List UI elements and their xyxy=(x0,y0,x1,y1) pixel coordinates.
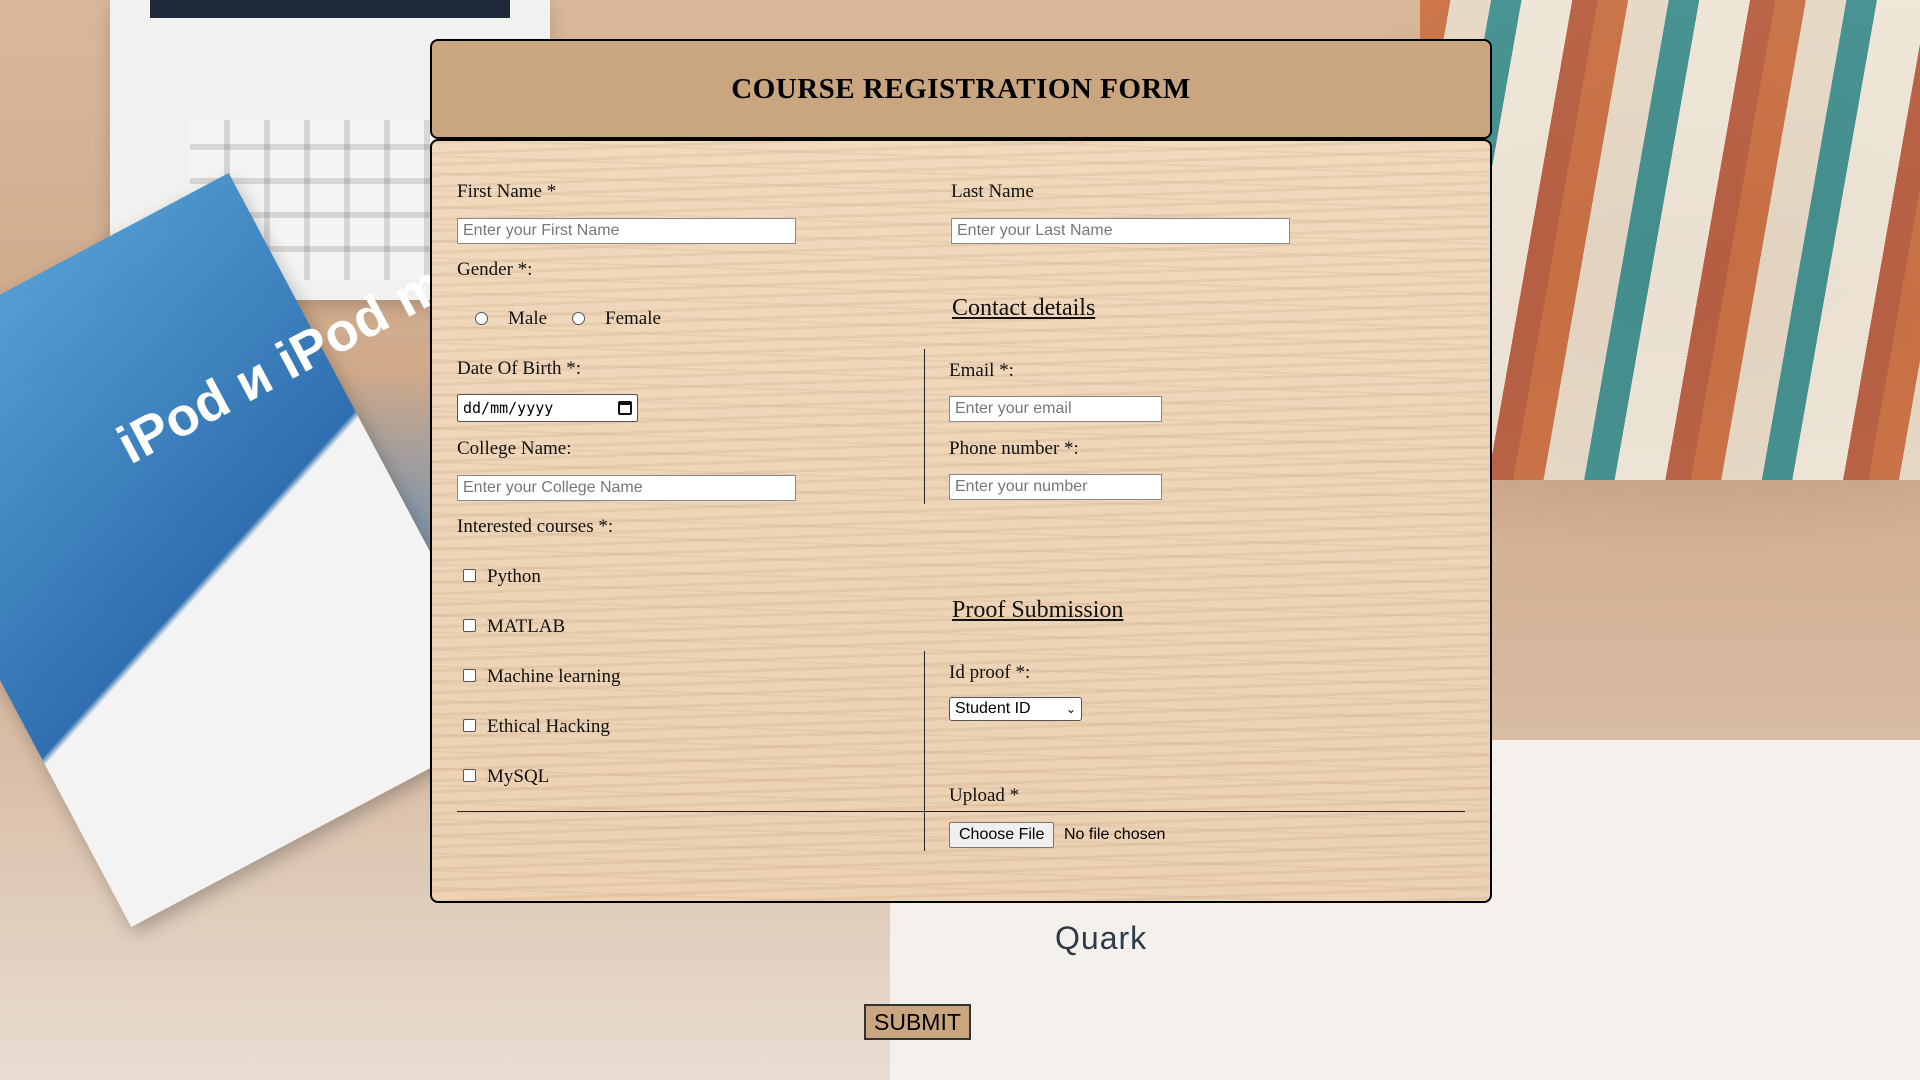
last-name-label: Last Name xyxy=(951,181,1034,202)
course-python-checkbox[interactable] xyxy=(463,569,476,582)
gender-female-radio[interactable] xyxy=(572,312,585,325)
calendar-icon[interactable] xyxy=(618,401,632,415)
phone-input[interactable] xyxy=(949,474,1162,500)
page-title: COURSE REGISTRATION FORM xyxy=(731,72,1191,105)
gender-female-label: Female xyxy=(605,308,661,329)
gender-label: Gender *: xyxy=(457,259,533,280)
course-ethical-hacking-checkbox[interactable] xyxy=(463,719,476,732)
id-proof-selected: Student ID xyxy=(955,700,1031,717)
submit-button[interactable]: SUBMIT xyxy=(864,1004,971,1040)
gender-male-label: Male xyxy=(508,308,548,329)
dob-input[interactable]: dd/mm/yyyy xyxy=(457,394,638,422)
bookshelf-background xyxy=(1420,0,1920,480)
file-status-text: No file chosen xyxy=(1064,826,1166,843)
section-divider xyxy=(457,811,1465,812)
column-divider-top xyxy=(924,349,925,504)
chevron-down-icon: ⌄ xyxy=(1065,702,1076,716)
course-ml-checkbox[interactable] xyxy=(463,669,476,682)
dob-label: Date Of Birth *: xyxy=(457,358,582,379)
form-header: COURSE REGISTRATION FORM xyxy=(430,39,1492,139)
id-proof-select[interactable]: Student ID ⌄ xyxy=(949,697,1082,721)
contact-details-heading: Contact details xyxy=(952,295,1096,321)
id-proof-label: Id proof *: xyxy=(949,662,1031,683)
gender-male-radio[interactable] xyxy=(475,312,488,325)
course-mysql-checkbox[interactable] xyxy=(463,769,476,782)
email-label: Email *: xyxy=(949,360,1014,381)
course-ethical-hacking-label: Ethical Hacking xyxy=(487,716,610,737)
dob-placeholder: dd/mm/yyyy xyxy=(463,399,554,417)
upload-label: Upload * xyxy=(949,785,1020,806)
proof-submission-heading: Proof Submission xyxy=(952,597,1124,623)
courses-label: Interested courses *: xyxy=(457,516,614,537)
course-matlab-label: MATLAB xyxy=(487,616,566,637)
course-mysql-label: MySQL xyxy=(487,766,550,787)
first-name-label: First Name * xyxy=(457,181,557,202)
course-matlab-checkbox[interactable] xyxy=(463,619,476,632)
phone-label: Phone number *: xyxy=(949,438,1079,459)
laptop-screen xyxy=(150,0,510,18)
email-input[interactable] xyxy=(949,396,1162,422)
quark-logo-text: Quark xyxy=(1055,920,1148,956)
last-name-input[interactable] xyxy=(951,218,1290,244)
first-name-input[interactable] xyxy=(457,218,796,244)
registration-form: First Name * Last Name Gender *: Male Fe… xyxy=(430,139,1492,903)
college-label: College Name: xyxy=(457,438,572,459)
column-divider-bottom xyxy=(924,651,925,851)
choose-file-button[interactable]: Choose File xyxy=(949,822,1055,848)
course-ml-label: Machine learning xyxy=(487,666,621,687)
college-input[interactable] xyxy=(457,475,796,501)
course-python-label: Python xyxy=(487,566,541,587)
